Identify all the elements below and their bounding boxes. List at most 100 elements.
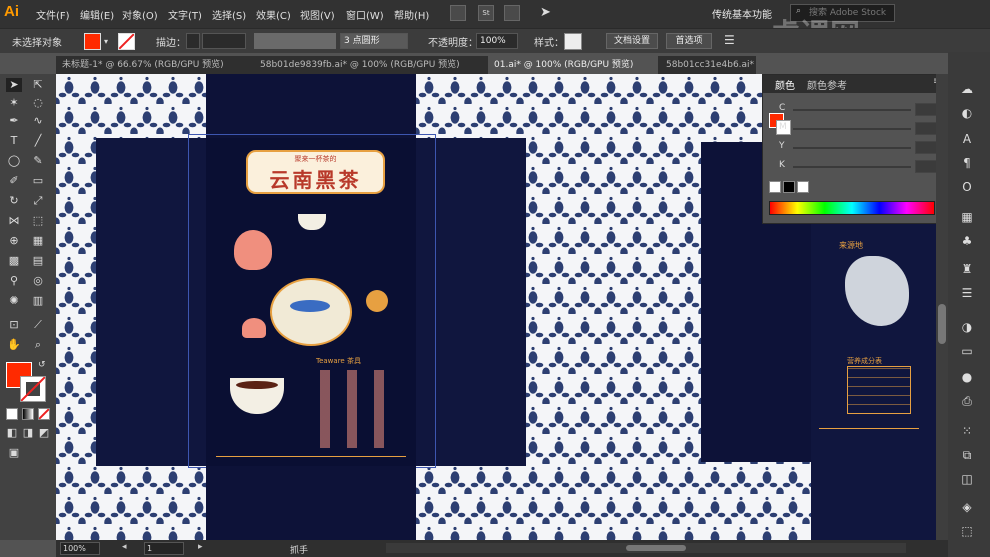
tab-58b01cc[interactable]: 58b01cc31e4b6.ai* @ 33.33% (RGB/GPU 预览) <box>660 56 756 74</box>
ellipse-tool-icon[interactable]: ◯ <box>6 154 22 168</box>
brush-definition[interactable]: 3 点圆形 <box>340 33 408 49</box>
asset-export-icon[interactable]: ⎙ <box>958 394 976 408</box>
zoom-field[interactable]: 100% <box>60 542 100 555</box>
slider-k[interactable]: K % <box>779 160 951 174</box>
draw-behind-icon[interactable]: ◨ <box>20 426 36 440</box>
artboard-number-field[interactable]: 1 <box>144 542 184 555</box>
scale-tool-icon[interactable]: ⤢ <box>30 194 46 208</box>
draw-normal-icon[interactable]: ◧ <box>4 426 20 440</box>
lasso-icon[interactable]: ◌ <box>30 96 46 110</box>
tab-untitled[interactable]: 未标题-1* @ 66.67% (RGB/GPU 预览) <box>56 56 248 74</box>
width-tool-icon[interactable]: ⋈ <box>6 214 22 228</box>
layers-icon[interactable]: ◈ <box>958 500 976 514</box>
none-mode-icon[interactable] <box>38 408 50 420</box>
zoom-tool-icon[interactable]: ⌕ <box>30 338 46 352</box>
variable-width-profile[interactable] <box>254 33 336 49</box>
symbol-sprayer-icon[interactable]: ✺ <box>6 294 22 308</box>
tab-color-guide[interactable]: 颜色参考 <box>807 77 847 92</box>
menu-edit[interactable]: 编辑(E) <box>80 7 114 22</box>
mesh-tool-icon[interactable]: ▩ <box>6 254 22 268</box>
menu-help[interactable]: 帮助(H) <box>394 7 429 22</box>
menu-type[interactable]: 文字(T) <box>168 7 202 22</box>
menu-file[interactable]: 文件(F) <box>36 7 70 22</box>
preferences-button[interactable]: 首选项 <box>666 33 712 49</box>
tab-01-ai[interactable]: 01.ai* @ 100% (RGB/GPU 预览) <box>488 56 658 74</box>
curvature-tool-icon[interactable]: ∿ <box>30 114 46 128</box>
direct-selection-tool-icon[interactable]: ⇱ <box>30 78 46 92</box>
hand-tool-icon[interactable]: ✋ <box>6 338 22 352</box>
arrange-icon[interactable] <box>450 5 466 21</box>
menu-window[interactable]: 窗口(W) <box>346 7 384 22</box>
white-swatch[interactable] <box>797 181 809 193</box>
free-transform-icon[interactable]: ⬚ <box>30 214 46 228</box>
chevron-down-icon[interactable]: ▾ <box>104 37 108 46</box>
stroke-weight-stepper[interactable] <box>186 33 200 49</box>
graph-tool-icon[interactable]: ▥ <box>30 294 46 308</box>
align-icon[interactable]: ☰ <box>724 33 735 47</box>
artboards-icon[interactable]: ⬚ <box>958 524 976 538</box>
swatches-icon[interactable]: ▦ <box>958 210 976 224</box>
black-swatch[interactable] <box>783 181 795 193</box>
gradient-mode-icon[interactable] <box>22 408 34 420</box>
slider-y[interactable]: Y % <box>779 141 951 155</box>
brushes-icon[interactable]: ♜ <box>958 262 976 276</box>
menu-view[interactable]: 视图(V) <box>300 7 335 22</box>
stroke-color-large[interactable] <box>20 376 46 402</box>
selection-tool-icon[interactable]: ➤ <box>6 78 22 92</box>
symbols-icon[interactable]: ♣ <box>958 234 976 248</box>
next-artboard-icon[interactable]: ▸ <box>198 542 203 552</box>
color-mode-icon[interactable] <box>6 408 18 420</box>
screen-mode-icon[interactable]: ▣ <box>6 446 22 460</box>
tab-color[interactable]: 颜色 <box>775 77 795 92</box>
horizontal-scroll-thumb[interactable] <box>626 545 686 551</box>
slider-m[interactable]: M % <box>779 122 951 136</box>
send-icon[interactable]: ➤ <box>540 5 551 20</box>
opentype-icon[interactable]: O <box>958 180 976 194</box>
eyedropper-icon[interactable]: ⚲ <box>6 274 22 288</box>
gradient-tool-icon[interactable]: ▤ <box>30 254 46 268</box>
color-spectrum[interactable] <box>769 201 935 215</box>
paintbrush-icon[interactable]: ✎ <box>30 154 46 168</box>
stroke-weight-field[interactable] <box>202 33 246 49</box>
align-panel-icon[interactable]: ⧉ <box>958 448 976 462</box>
workspace-switcher[interactable]: 传统基本功能 <box>712 6 772 21</box>
properties-icon[interactable]: ◐ <box>958 106 976 120</box>
eraser-icon[interactable]: ▭ <box>30 174 46 188</box>
artboard-tool-icon[interactable]: ⊡ <box>6 318 22 332</box>
transform-icon[interactable]: ⁙ <box>958 424 976 438</box>
line-tool-icon[interactable]: ╱ <box>30 134 46 148</box>
graphic-styles-icon[interactable]: ● <box>958 370 976 384</box>
type-tool-icon[interactable]: T <box>6 134 22 148</box>
fill-swatch[interactable] <box>84 33 101 50</box>
pathfinder-icon[interactable]: ◫ <box>958 472 976 486</box>
prev-artboard-icon[interactable]: ◂ <box>122 542 127 552</box>
grid-icon[interactable] <box>504 5 520 21</box>
perspective-grid-icon[interactable]: ▦ <box>30 234 46 248</box>
swap-colors-icon[interactable]: ↺ <box>38 360 46 370</box>
slice-tool-icon[interactable]: ⟋ <box>30 318 46 332</box>
shape-builder-icon[interactable]: ⊕ <box>6 234 22 248</box>
menu-select[interactable]: 选择(S) <box>212 7 246 22</box>
transparency-icon[interactable]: ◑ <box>958 320 976 334</box>
vertical-scrollbar[interactable] <box>936 74 948 540</box>
horizontal-scrollbar[interactable] <box>386 543 906 553</box>
none-swatch[interactable] <box>769 181 781 193</box>
menu-effect[interactable]: 效果(C) <box>256 7 291 22</box>
document-setup-button[interactable]: 文档设置 <box>606 33 658 49</box>
shaper-tool-icon[interactable]: ✐ <box>6 174 22 188</box>
libraries-icon[interactable]: ☁ <box>958 82 976 96</box>
paragraph-icon[interactable]: ¶ <box>958 156 976 170</box>
blend-tool-icon[interactable]: ◎ <box>30 274 46 288</box>
slider-c[interactable]: C % <box>779 103 951 117</box>
st-icon[interactable]: St <box>478 5 494 21</box>
rotate-tool-icon[interactable]: ↻ <box>6 194 22 208</box>
vertical-scroll-thumb[interactable] <box>938 304 946 344</box>
draw-inside-icon[interactable]: ◩ <box>36 426 52 440</box>
pen-tool-icon[interactable]: ✒ <box>6 114 22 128</box>
graphic-style-swatch[interactable] <box>564 33 582 50</box>
stroke-panel-icon[interactable]: ☰ <box>958 286 976 300</box>
magic-wand-icon[interactable]: ✶ <box>6 96 22 110</box>
opacity-field[interactable]: 100% <box>476 33 518 49</box>
stroke-swatch[interactable] <box>118 33 135 50</box>
tab-58b01de[interactable]: 58b01de9839fb.ai* @ 100% (RGB/GPU 预览) <box>254 56 484 74</box>
